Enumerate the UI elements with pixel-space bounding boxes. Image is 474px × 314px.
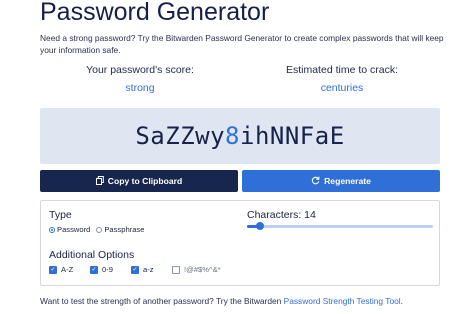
password-radio-label[interactable]: Password: [57, 225, 90, 234]
generator-options-panel: Type Password Passphrase Characters: 14 …: [40, 200, 440, 286]
score-label: Your password's score:: [86, 64, 194, 76]
password-strength-tool-link[interactable]: Password Strength Testing Tool: [284, 296, 401, 306]
characters-slider[interactable]: [247, 222, 433, 230]
uppercase-option[interactable]: ✓ A-Z: [49, 265, 90, 274]
crack-time-value: centuries: [320, 82, 364, 94]
type-heading: Type: [49, 209, 72, 221]
numbers-checkbox[interactable]: ✓: [90, 265, 98, 274]
password-radio[interactable]: [49, 226, 55, 233]
lowercase-option[interactable]: ✓ a-z: [131, 265, 172, 274]
lowercase-label: a-z: [143, 265, 154, 274]
slider-thumb[interactable]: [256, 222, 265, 230]
symbols-label: !@#$%^&*: [184, 265, 221, 274]
refresh-icon: [311, 176, 320, 187]
score-value: strong: [125, 82, 155, 94]
passphrase-radio-label[interactable]: Passphrase: [104, 225, 144, 234]
generated-password[interactable]: SaZZwy8ihNNFaE: [135, 122, 344, 150]
password-score: Your password's score: strong: [40, 64, 240, 94]
type-radio-group: Password Passphrase: [49, 225, 144, 234]
symbols-checkbox[interactable]: [172, 265, 180, 274]
uppercase-label: A-Z: [61, 265, 74, 274]
page-title: Password Generator: [40, 0, 270, 26]
crack-time-label: Estimated time to crack:: [285, 64, 399, 76]
uppercase-checkbox[interactable]: ✓: [49, 265, 57, 274]
additional-options-heading: Additional Options: [49, 249, 135, 261]
copy-button-label: Copy to Clipboard: [107, 176, 183, 186]
lowercase-checkbox[interactable]: ✓: [131, 265, 139, 274]
numbers-label: 0-9: [102, 265, 113, 274]
additional-options-checkboxes: ✓ A-Z ✓ 0-9 ✓ a-z !@#$%^&*: [49, 265, 221, 274]
generated-password-display[interactable]: SaZZwy8ihNNFaE: [40, 108, 440, 164]
footer-prompt: Want to test the strength of another pas…: [40, 296, 284, 306]
symbols-option[interactable]: !@#$%^&*: [172, 265, 221, 274]
password-digit: 8: [225, 122, 240, 150]
password-part-1: SaZZwy: [135, 122, 226, 150]
regenerate-button-label: Regenerate: [324, 176, 371, 186]
password-part-2: ihNNFaE: [240, 122, 345, 150]
passphrase-radio[interactable]: [96, 226, 103, 233]
footer-text: Want to test the strength of another pas…: [40, 296, 403, 306]
copy-to-clipboard-button[interactable]: Copy to Clipboard: [40, 170, 238, 192]
intro-text: Need a strong password? Try the Bitwarde…: [40, 33, 444, 55]
crack-time: Estimated time to crack: centuries: [242, 64, 442, 94]
numbers-option[interactable]: ✓ 0-9: [90, 265, 131, 274]
characters-label: Characters: 14: [247, 209, 316, 221]
copy-icon: [95, 175, 104, 187]
regenerate-button[interactable]: Regenerate: [242, 170, 440, 192]
footer-end: .: [400, 296, 403, 306]
